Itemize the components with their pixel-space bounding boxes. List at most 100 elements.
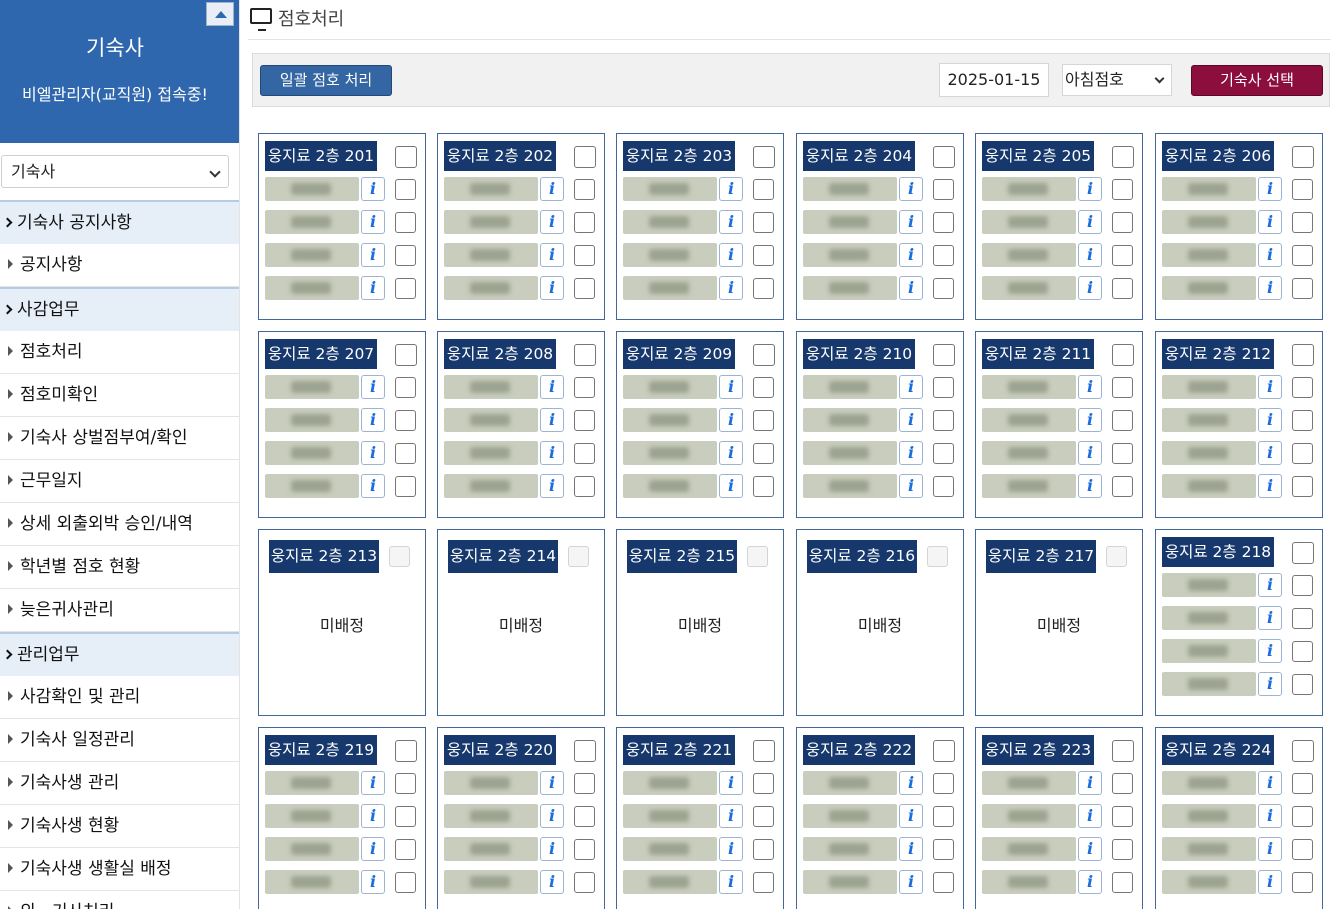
student-checkbox[interactable]	[933, 476, 954, 497]
menu-item[interactable]: 기숙사 일정관리	[0, 719, 239, 762]
info-icon[interactable]: i	[1258, 870, 1282, 894]
info-icon[interactable]: i	[1258, 210, 1282, 234]
info-icon[interactable]: i	[540, 837, 564, 861]
info-icon[interactable]: i	[361, 408, 385, 432]
info-icon[interactable]: i	[1078, 375, 1102, 399]
student-checkbox[interactable]	[395, 212, 416, 233]
student-checkbox[interactable]	[1112, 839, 1133, 860]
info-icon[interactable]: i	[719, 243, 743, 267]
info-icon[interactable]: i	[1258, 804, 1282, 828]
student-checkbox[interactable]	[933, 773, 954, 794]
student-checkbox[interactable]	[395, 410, 416, 431]
student-checkbox[interactable]	[753, 872, 774, 893]
student-checkbox[interactable]	[753, 377, 774, 398]
info-icon[interactable]: i	[540, 210, 564, 234]
student-checkbox[interactable]	[933, 377, 954, 398]
student-checkbox[interactable]	[1112, 410, 1133, 431]
info-icon[interactable]: i	[899, 771, 923, 795]
student-checkbox[interactable]	[933, 872, 954, 893]
info-icon[interactable]: i	[899, 243, 923, 267]
info-icon[interactable]: i	[1078, 771, 1102, 795]
student-checkbox[interactable]	[1292, 278, 1313, 299]
select-dormitory-button[interactable]: 기숙사 선택	[1191, 65, 1323, 96]
student-checkbox[interactable]	[574, 179, 595, 200]
student-checkbox[interactable]	[574, 773, 595, 794]
info-icon[interactable]: i	[899, 177, 923, 201]
room-select-checkbox[interactable]	[1112, 344, 1134, 366]
student-checkbox[interactable]	[395, 377, 416, 398]
info-icon[interactable]: i	[1258, 474, 1282, 498]
menu-item[interactable]: 점호처리	[0, 331, 239, 374]
student-checkbox[interactable]	[1112, 773, 1133, 794]
info-icon[interactable]: i	[361, 177, 385, 201]
info-icon[interactable]: i	[719, 276, 743, 300]
collapse-sidebar-button[interactable]	[206, 2, 234, 26]
menu-item[interactable]: 사감확인 및 관리	[0, 676, 239, 719]
info-icon[interactable]: i	[899, 441, 923, 465]
student-checkbox[interactable]	[1292, 641, 1313, 662]
student-checkbox[interactable]	[395, 245, 416, 266]
student-checkbox[interactable]	[1292, 872, 1313, 893]
student-checkbox[interactable]	[1292, 608, 1313, 629]
student-checkbox[interactable]	[753, 212, 774, 233]
student-checkbox[interactable]	[1292, 212, 1313, 233]
student-checkbox[interactable]	[753, 443, 774, 464]
room-select-checkbox[interactable]	[574, 146, 596, 168]
room-select-checkbox[interactable]	[395, 344, 417, 366]
date-input[interactable]: 2025-01-15	[939, 63, 1049, 97]
menu-item[interactable]: 늦은귀사관리	[0, 589, 239, 632]
student-checkbox[interactable]	[574, 443, 595, 464]
dormitory-selector[interactable]: 기숙사	[1, 155, 229, 188]
menu-item[interactable]: 근무일지	[0, 460, 239, 503]
info-icon[interactable]: i	[1258, 441, 1282, 465]
student-checkbox[interactable]	[1112, 278, 1133, 299]
room-select-checkbox[interactable]	[753, 740, 775, 762]
room-select-checkbox[interactable]	[574, 344, 596, 366]
student-checkbox[interactable]	[753, 773, 774, 794]
student-checkbox[interactable]	[395, 839, 416, 860]
room-select-checkbox[interactable]	[1112, 740, 1134, 762]
student-checkbox[interactable]	[395, 443, 416, 464]
room-select-checkbox[interactable]	[395, 740, 417, 762]
room-select-checkbox[interactable]	[1112, 146, 1134, 168]
student-checkbox[interactable]	[933, 410, 954, 431]
info-icon[interactable]: i	[1078, 804, 1102, 828]
student-checkbox[interactable]	[933, 212, 954, 233]
room-select-checkbox[interactable]	[933, 146, 955, 168]
room-select-checkbox[interactable]	[1292, 146, 1314, 168]
room-select-checkbox[interactable]	[933, 740, 955, 762]
info-icon[interactable]: i	[540, 804, 564, 828]
info-icon[interactable]: i	[540, 243, 564, 267]
info-icon[interactable]: i	[540, 870, 564, 894]
info-icon[interactable]: i	[1078, 474, 1102, 498]
info-icon[interactable]: i	[719, 771, 743, 795]
student-checkbox[interactable]	[933, 179, 954, 200]
info-icon[interactable]: i	[1258, 837, 1282, 861]
student-checkbox[interactable]	[574, 839, 595, 860]
info-icon[interactable]: i	[899, 474, 923, 498]
info-icon[interactable]: i	[719, 177, 743, 201]
info-icon[interactable]: i	[540, 177, 564, 201]
info-icon[interactable]: i	[540, 375, 564, 399]
student-checkbox[interactable]	[1112, 443, 1133, 464]
info-icon[interactable]: i	[1258, 177, 1282, 201]
student-checkbox[interactable]	[1292, 245, 1313, 266]
info-icon[interactable]: i	[719, 870, 743, 894]
student-checkbox[interactable]	[395, 278, 416, 299]
student-checkbox[interactable]	[1112, 245, 1133, 266]
info-icon[interactable]: i	[361, 804, 385, 828]
menu-item[interactable]: 기숙사생 현황	[0, 805, 239, 848]
room-select-checkbox[interactable]	[933, 344, 955, 366]
menu-item[interactable]: 점호미확인	[0, 374, 239, 417]
student-checkbox[interactable]	[574, 410, 595, 431]
student-checkbox[interactable]	[574, 245, 595, 266]
student-checkbox[interactable]	[574, 212, 595, 233]
info-icon[interactable]: i	[719, 474, 743, 498]
room-select-checkbox[interactable]	[395, 146, 417, 168]
menu-group[interactable]: 기숙사 공지사항	[0, 200, 239, 244]
room-select-checkbox[interactable]	[1292, 740, 1314, 762]
info-icon[interactable]: i	[899, 870, 923, 894]
info-icon[interactable]: i	[361, 441, 385, 465]
info-icon[interactable]: i	[540, 441, 564, 465]
student-checkbox[interactable]	[1292, 179, 1313, 200]
